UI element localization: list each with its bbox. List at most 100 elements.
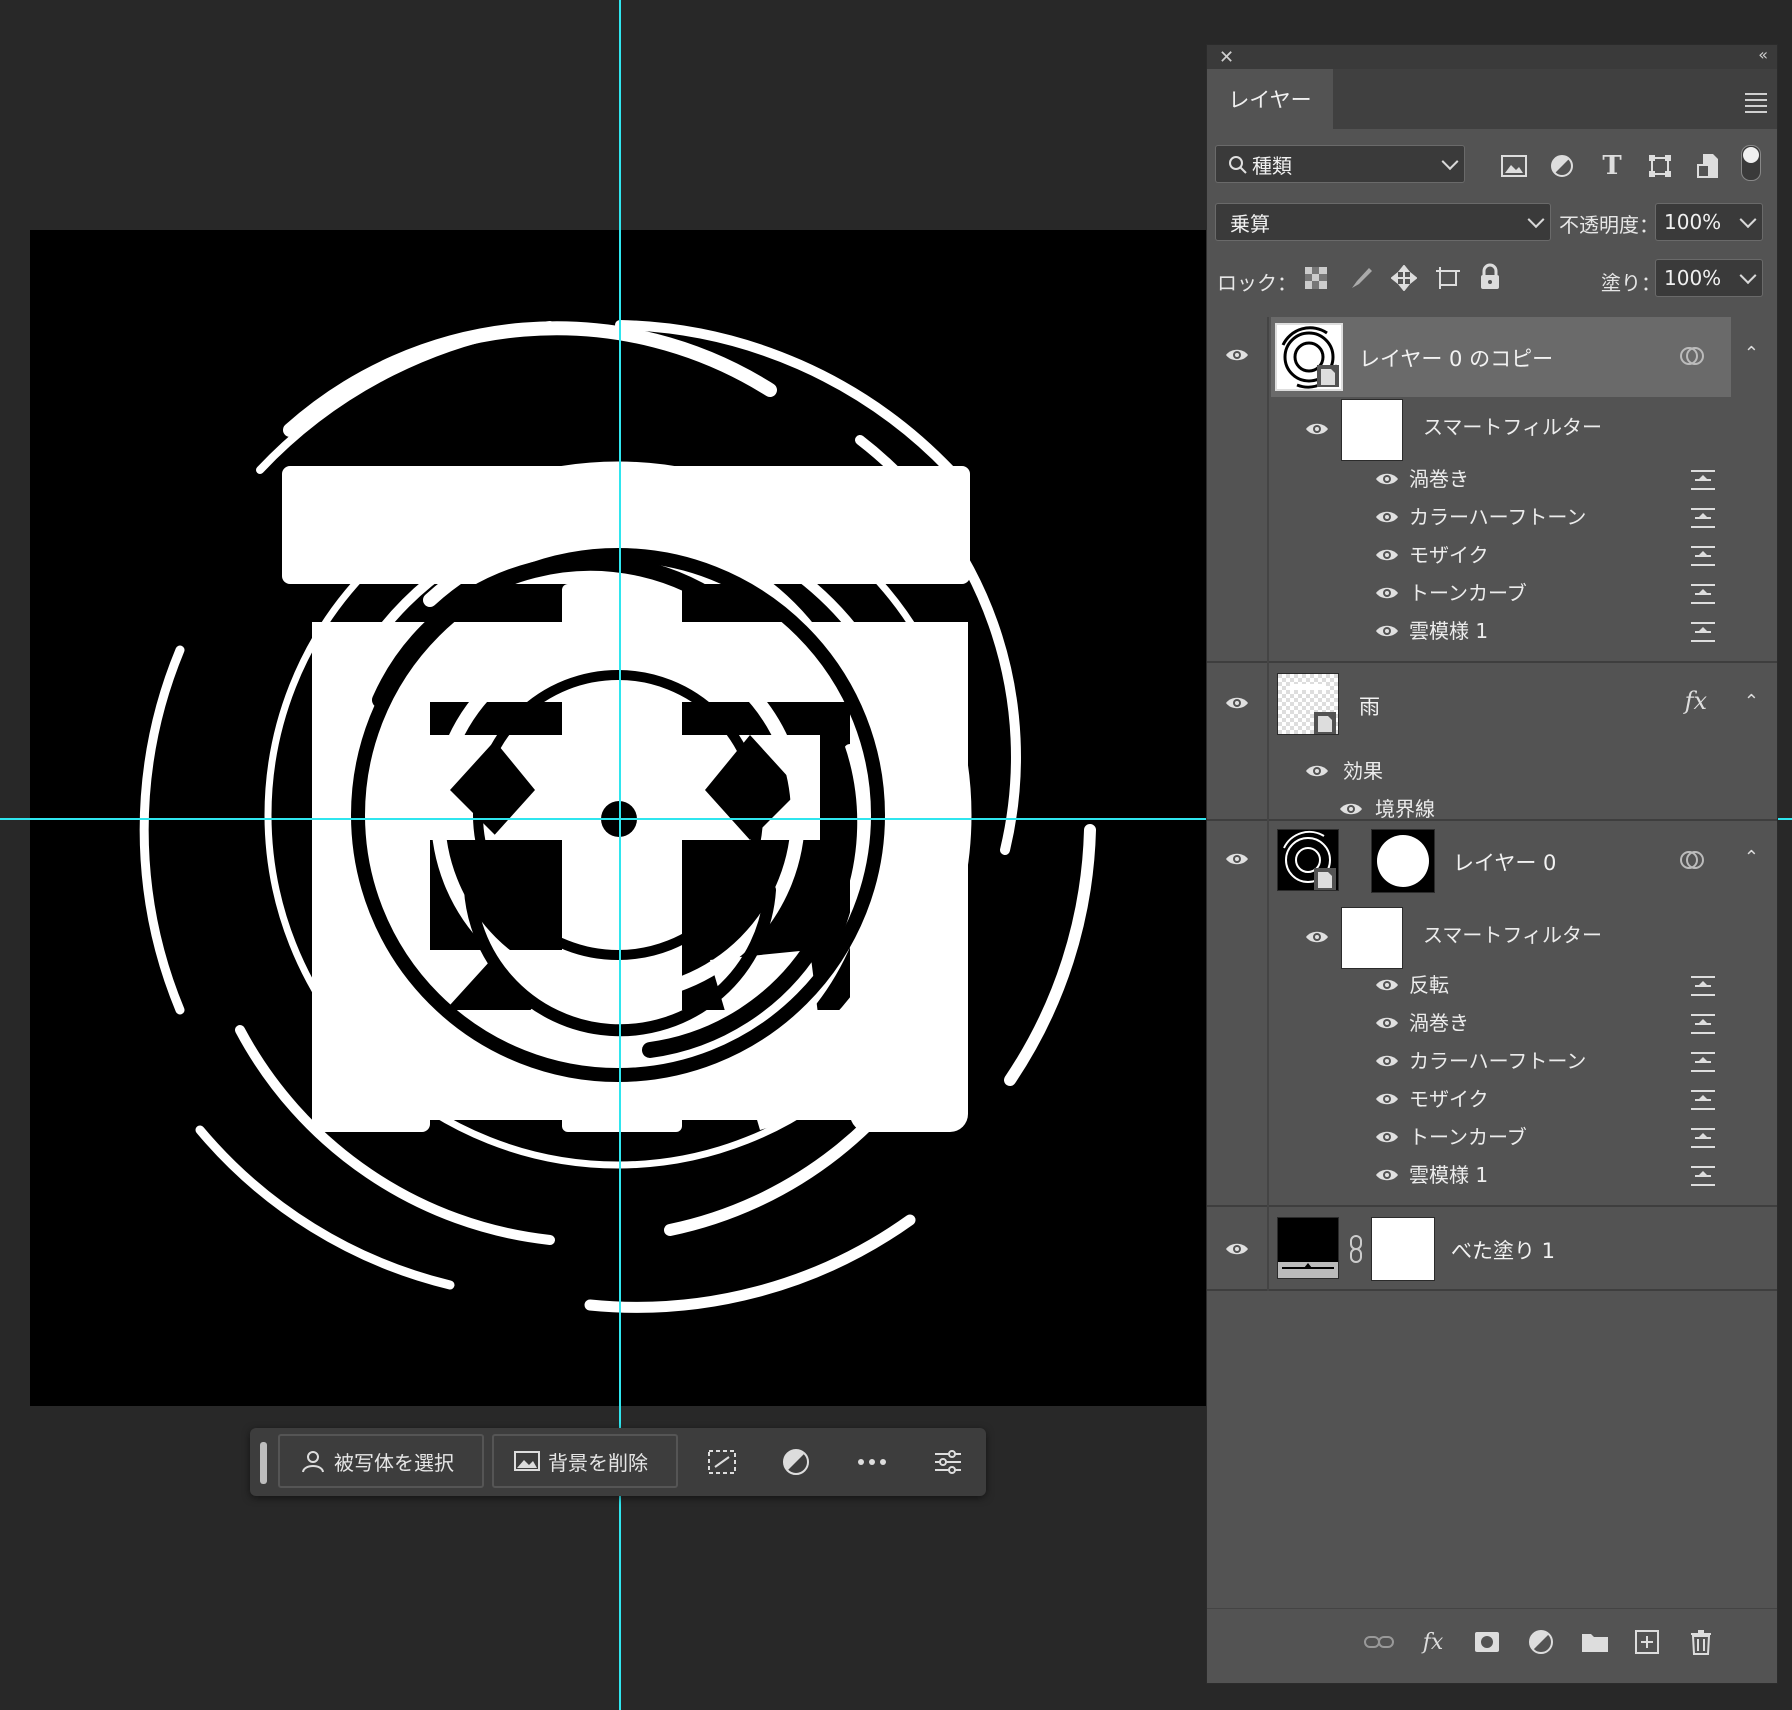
filter-options-icon[interactable] [1691,1089,1715,1111]
fill-layer-thumbnail[interactable] [1277,1217,1339,1279]
filter-options-icon[interactable] [1691,1165,1715,1187]
layer-name[interactable]: べた塗り 1 [1451,1235,1555,1265]
filter-eye-icon[interactable] [1375,471,1399,487]
layer-thumbnail[interactable] [1277,673,1339,735]
lock-image-pixels-icon[interactable] [1349,265,1375,291]
smart-filter-mask-thumbnail[interactable] [1341,907,1403,969]
remove-background-label: 背景を削除 [548,1450,648,1475]
smart-object-filter-icon[interactable] [1693,151,1723,181]
close-icon[interactable]: ✕ [1219,47,1234,68]
filter-eye-icon[interactable] [1375,1091,1399,1107]
layer-row-layer0[interactable]: レイヤー 0 ⌃ スマートフィルター 反転 渦巻き カラーハーフトーン モザイク… [1207,821,1777,1207]
layer-thumbnail[interactable] [1277,829,1339,891]
visibility-eye-icon[interactable] [1225,851,1249,867]
lock-transparent-pixels-icon[interactable] [1305,267,1327,289]
filter-toggle[interactable] [1741,145,1761,181]
collapse-icon[interactable]: ‹‹ [1758,45,1768,64]
filter-eye-icon[interactable] [1375,1015,1399,1031]
adjustment-filter-icon[interactable] [1547,151,1577,181]
panel-tab-row: レイヤー [1207,69,1777,129]
filter-eye-icon[interactable] [1375,585,1399,601]
collapse-caret-icon[interactable]: ⌃ [1744,691,1759,712]
filter-options-icon[interactable] [1691,507,1715,529]
transform-selection-icon[interactable] [702,1442,742,1482]
lock-artboard-icon[interactable] [1435,265,1461,291]
new-group-folder-icon[interactable] [1579,1627,1611,1657]
layer-row-solid-fill[interactable]: べた塗り 1 [1207,1207,1777,1291]
smart-filter-label: スマートフィルター [1423,415,1602,439]
filter-options-icon[interactable] [1691,1051,1715,1073]
panel-menu-icon[interactable] [1745,89,1767,117]
new-adjustment-layer-icon[interactable] [1525,1627,1557,1657]
fill-input[interactable]: 100% [1655,259,1763,297]
smart-filter-eye-icon[interactable] [1305,421,1329,437]
visibility-eye-icon[interactable] [1225,1241,1249,1257]
filter-name: モザイク [1409,1087,1489,1111]
select-subject-label: 被写体を選択 [334,1450,454,1475]
opacity-label: 不透明度： [1559,213,1659,237]
filter-options-icon[interactable] [1691,469,1715,491]
lock-position-icon[interactable] [1391,265,1417,291]
layer-name[interactable]: レイヤー 0 [1453,847,1556,877]
pixel-layer-filter-icon[interactable] [1499,151,1529,181]
filter-options-icon[interactable] [1691,975,1715,997]
layer-thumbnail[interactable] [1275,323,1343,391]
blend-mode-select[interactable]: 乗算 [1215,203,1551,241]
new-layer-icon[interactable] [1631,1627,1663,1657]
chain-link-icon[interactable] [1349,1235,1363,1263]
filter-eye-icon[interactable] [1375,623,1399,639]
filter-options-icon[interactable] [1691,621,1715,643]
filter-name: 雲模様 1 [1409,1163,1489,1187]
filter-options-icon[interactable] [1691,545,1715,567]
adjustment-layer-icon[interactable] [776,1442,816,1482]
layer-style-fx-icon[interactable]: fx [1417,1627,1449,1657]
visibility-eye-icon[interactable] [1225,695,1249,711]
panel-title-bar[interactable]: ✕ ‹‹ [1207,45,1777,69]
filter-eye-icon[interactable] [1375,509,1399,525]
opacity-input[interactable]: 100% [1655,203,1763,241]
smart-filter-label: スマートフィルター [1423,923,1602,947]
lock-label: ロック： [1217,271,1297,295]
visibility-eye-icon[interactable] [1225,347,1249,363]
collapse-caret-icon[interactable]: ⌃ [1744,847,1759,868]
type-filter-icon[interactable]: T [1597,151,1627,181]
filter-options-icon[interactable] [1691,1013,1715,1035]
add-mask-icon[interactable] [1471,1627,1503,1657]
filter-options-icon[interactable] [1691,583,1715,605]
filter-eye-icon[interactable] [1375,547,1399,563]
delete-layer-trash-icon[interactable] [1685,1627,1717,1657]
layer-mask-thumbnail[interactable] [1371,829,1435,893]
more-options-icon[interactable] [852,1442,892,1482]
filter-eye-icon[interactable] [1375,977,1399,993]
filter-options-icon[interactable] [1691,1127,1715,1149]
taskbar-settings-icon[interactable] [928,1442,968,1482]
lock-all-icon[interactable] [1479,263,1501,291]
effects-eye-icon[interactable] [1305,763,1329,779]
layer-row-rain[interactable]: 雨 fx ⌃ 効果 境界線 [1207,663,1777,821]
filter-eye-icon[interactable] [1375,1129,1399,1145]
filter-eye-icon[interactable] [1375,1167,1399,1183]
remove-background-button[interactable]: 背景を削除 [492,1434,678,1488]
shape-filter-icon[interactable] [1645,151,1675,181]
collapse-caret-icon[interactable]: ⌃ [1744,343,1759,364]
fx-icon[interactable]: fx [1685,687,1707,715]
link-layers-icon[interactable] [1363,1627,1395,1657]
drag-handle[interactable] [260,1442,267,1484]
layer-row-layer0-copy[interactable]: レイヤー 0 のコピー ⌃ スマートフィルター 渦巻き カラーハーフトーン モザ… [1207,317,1777,663]
layer-name[interactable]: レイヤー 0 のコピー [1359,343,1553,373]
tab-layers[interactable]: レイヤー [1207,69,1333,129]
smart-filter-link-icon [1680,851,1704,869]
layer-mask-thumbnail[interactable] [1371,1217,1435,1281]
opacity-value: 100% [1664,210,1722,234]
stroke-effect-label[interactable]: 境界線 [1375,793,1435,822]
effects-label[interactable]: 効果 [1343,755,1383,784]
filter-eye-icon[interactable] [1375,1053,1399,1069]
layer-filter-select[interactable]: 種類 [1215,145,1465,183]
filter-name: カラーハーフトーン [1409,505,1587,529]
smart-filter-mask-thumbnail[interactable] [1341,399,1403,461]
smart-filter-eye-icon[interactable] [1305,929,1329,945]
layer-name[interactable]: 雨 [1359,691,1380,721]
stroke-effect-eye-icon[interactable] [1339,801,1363,817]
select-subject-button[interactable]: 被写体を選択 [278,1434,484,1488]
tab-layers-label: レイヤー [1228,88,1312,112]
